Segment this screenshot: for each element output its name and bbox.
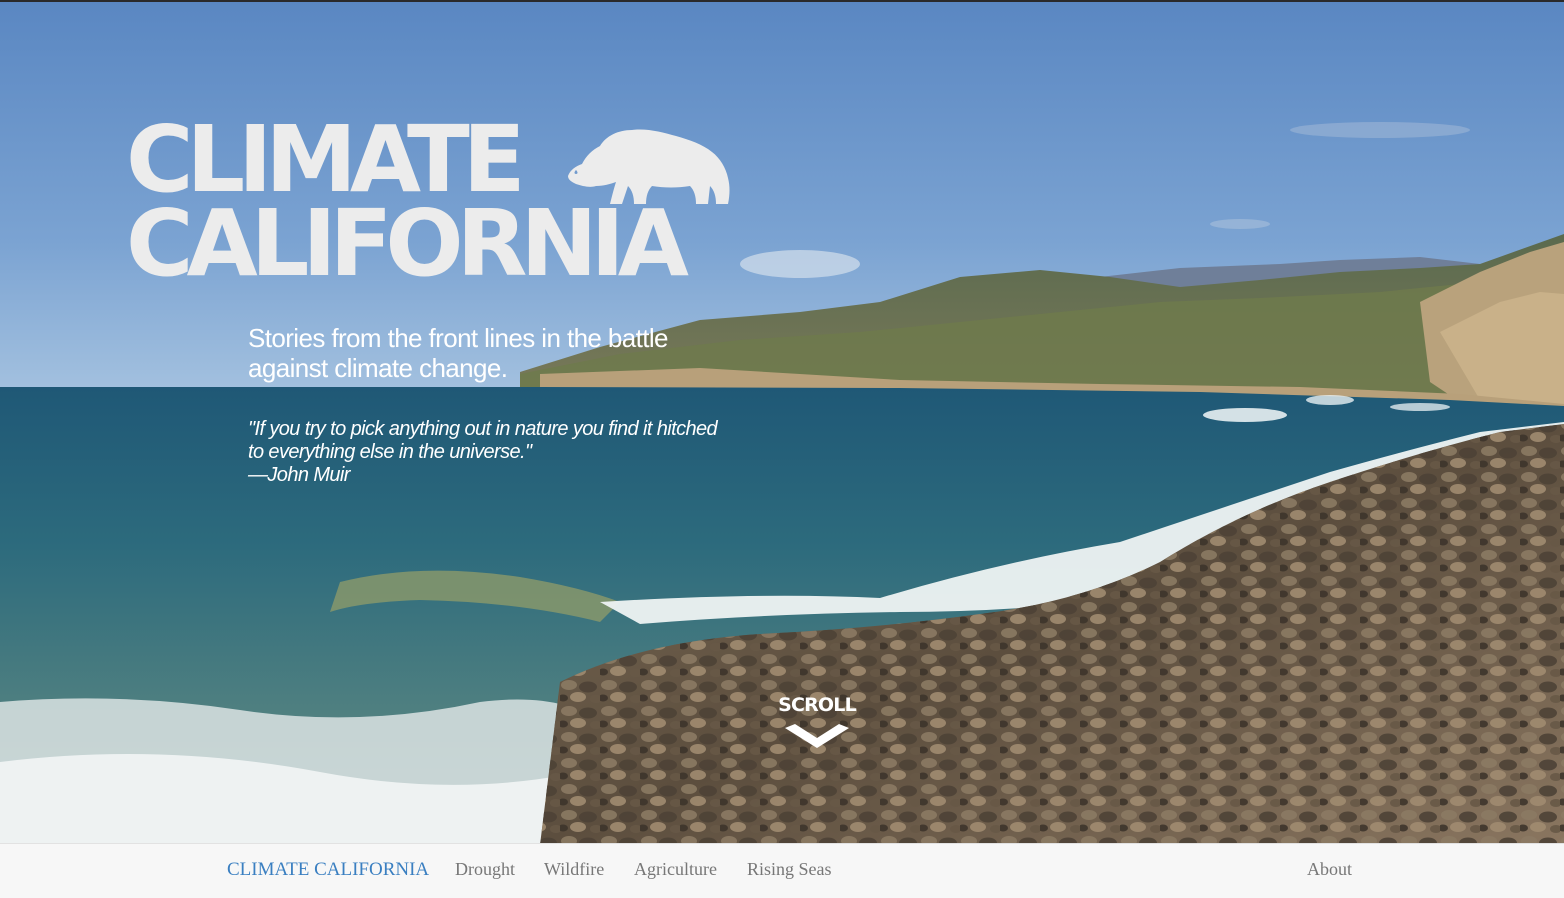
nav-item-drought[interactable]: Drought [455, 859, 515, 880]
logo-line-california: CALIFORNIA [126, 190, 689, 297]
nav-item-agriculture[interactable]: Agriculture [634, 859, 717, 880]
quote-author: —John Muir [248, 464, 350, 486]
quote-line: to everything else in the universe." [248, 441, 532, 463]
scroll-label: SCROLL [778, 694, 857, 716]
page: CLIMATE CALIFORNIA Stories from the fron… [0, 0, 1564, 898]
chevron-down-icon [785, 724, 849, 748]
nav-item-wildfire[interactable]: Wildfire [544, 859, 604, 880]
bear-icon [568, 129, 730, 204]
hero-section: CLIMATE CALIFORNIA Stories from the fron… [0, 0, 1564, 843]
scroll-button[interactable]: SCROLL [778, 694, 857, 750]
hero-tagline: Stories from the front lines in the batt… [248, 323, 669, 383]
nav-brand-link[interactable]: CLIMATE CALIFORNIA [227, 859, 429, 881]
nav-item-about[interactable]: About [1307, 859, 1352, 880]
nav-item-rising-seas[interactable]: Rising Seas [747, 859, 832, 880]
bottom-navbar: CLIMATE CALIFORNIA Drought Wildfire Agri… [0, 843, 1564, 898]
hero-quote: "If you try to pick anything out in natu… [248, 418, 748, 487]
quote-line: "If you try to pick anything out in natu… [248, 418, 718, 440]
